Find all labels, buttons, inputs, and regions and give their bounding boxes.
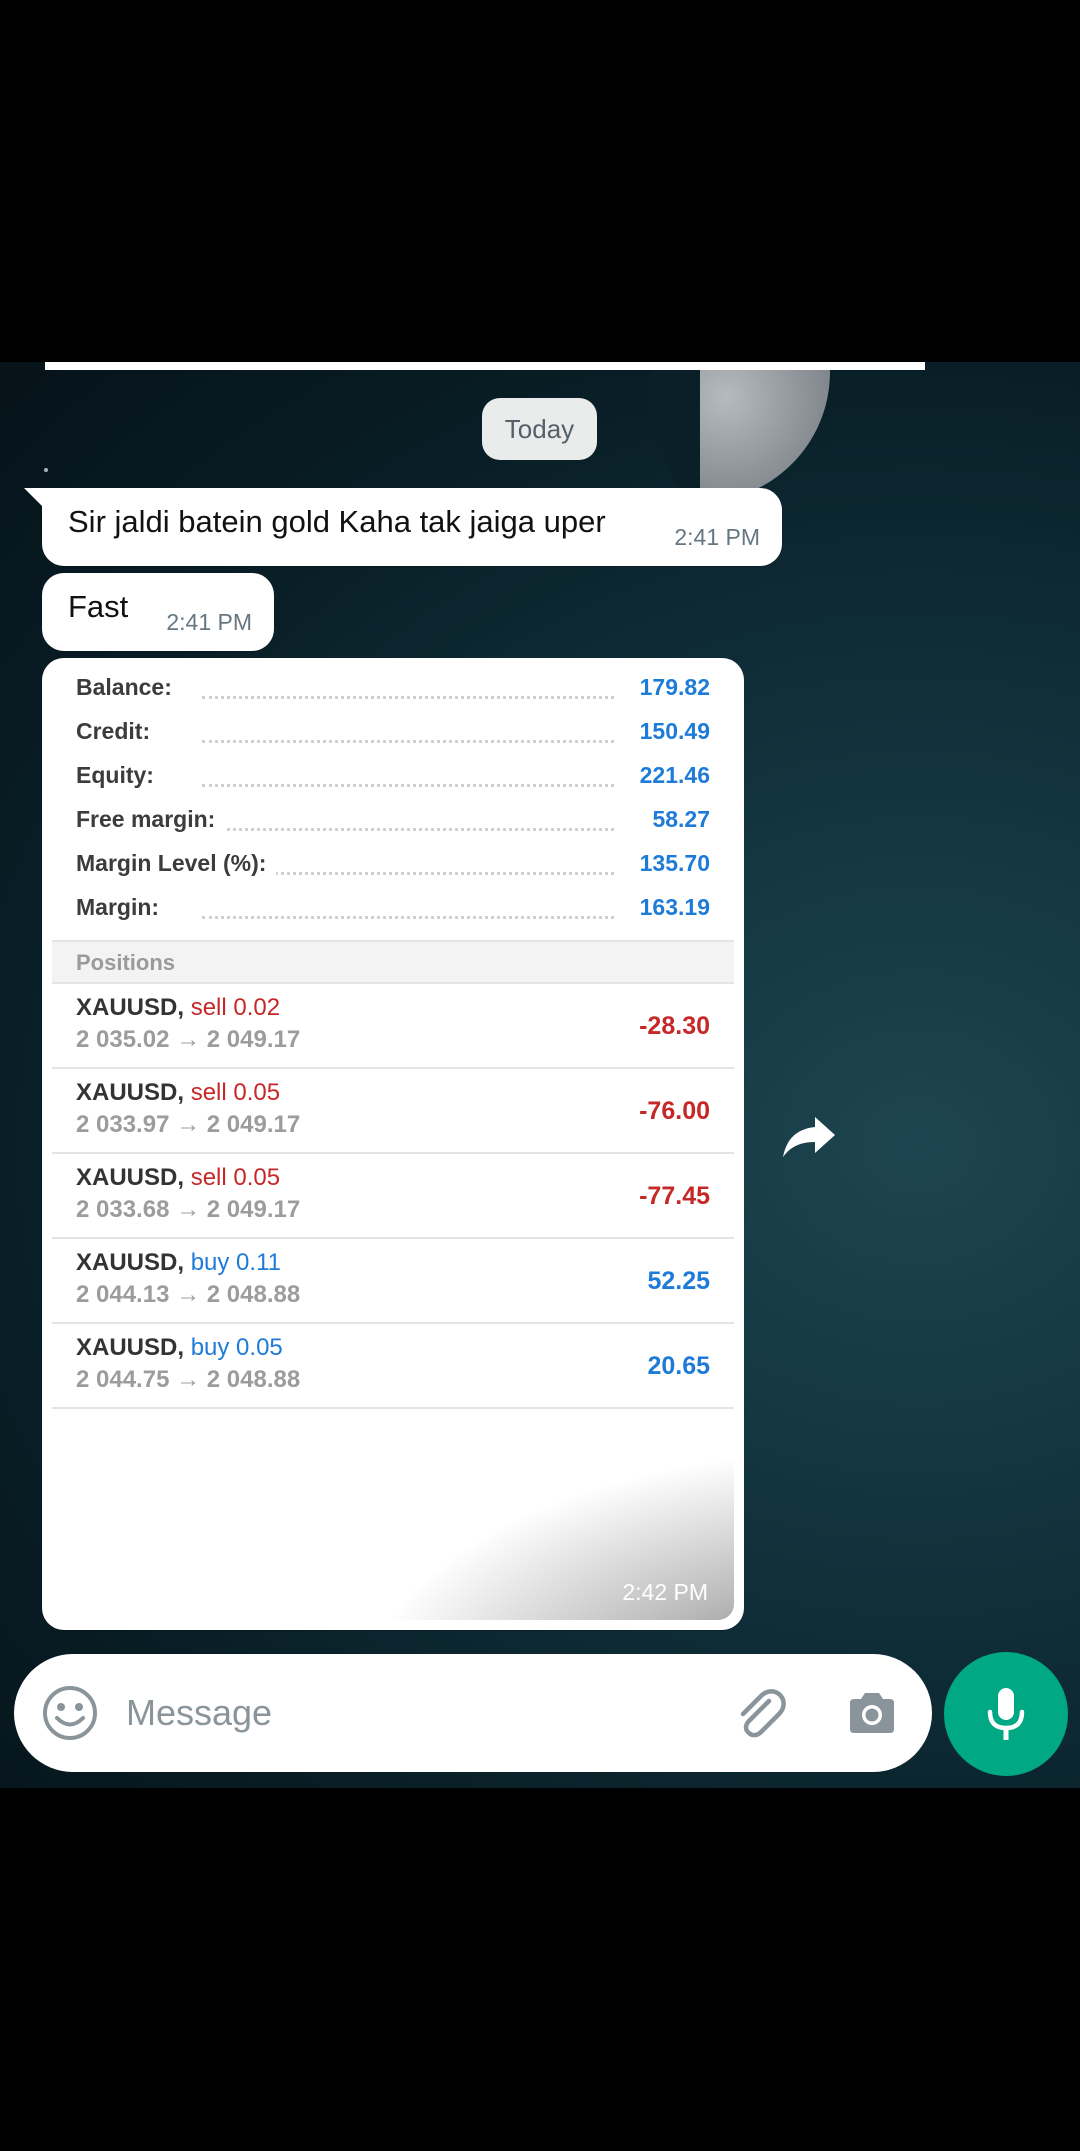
position-symbol: XAUUSD, <box>76 1334 185 1361</box>
message-time: 2:41 PM <box>166 609 252 635</box>
account-label: Margin: <box>76 894 170 921</box>
forward-icon <box>783 1117 835 1157</box>
trading-screenshot-image[interactable]: Balance: 179.82 Credit: 150.49 Equity: 2… <box>52 668 734 1620</box>
account-value: 163.19 <box>629 894 710 921</box>
message-composer <box>14 1654 932 1772</box>
date-chip-label: Today <box>504 413 575 444</box>
emoji-button[interactable] <box>42 1685 98 1741</box>
position-prices: 2 044.13 → 2 048.88 <box>76 1281 301 1308</box>
account-label: Margin Level (%): <box>76 850 277 877</box>
position-title: XAUUSD, sell 0.02 <box>76 994 280 1022</box>
position-profit: -28.30 <box>639 1012 710 1040</box>
wallpaper-moon <box>700 362 830 502</box>
dotted-leader <box>202 740 614 743</box>
account-row-credit: Credit: 150.49 <box>52 712 734 756</box>
position-row: XAUUSD, sell 0.02 2 035.02 → 2 049.17 -2… <box>52 984 734 1069</box>
forward-button[interactable] <box>778 1106 840 1168</box>
position-direction: sell 0.05 <box>190 1164 281 1191</box>
message-time: 2:41 PM <box>674 524 760 550</box>
attach-button[interactable] <box>729 1683 789 1743</box>
position-symbol: XAUUSD, <box>76 1249 185 1276</box>
dotted-leader <box>202 916 614 919</box>
account-row-margin-level: Margin Level (%): 135.70 <box>52 844 734 888</box>
position-row: XAUUSD, buy 0.05 2 044.75 → 2 048.88 20.… <box>52 1324 734 1409</box>
position-profit: 20.65 <box>647 1352 710 1380</box>
chat-area[interactable]: Today Sir jaldi batein gold Kaha tak jai… <box>0 362 1080 1788</box>
position-direction: buy 0.05 <box>190 1334 283 1361</box>
position-profit: 52.25 <box>647 1267 710 1295</box>
message-text: Sir jaldi batein gold Kaha tak jaiga upe… <box>68 504 606 539</box>
emoji-icon <box>43 1686 97 1740</box>
account-row-free-margin: Free margin: 58.27 <box>52 800 734 844</box>
message-time: 2:42 PM <box>622 1579 708 1605</box>
position-prices: 2 035.02 → 2 049.17 <box>76 1026 301 1053</box>
message-text: Fast <box>68 589 129 624</box>
dotted-leader <box>202 828 614 831</box>
position-symbol: XAUUSD, <box>76 1164 185 1191</box>
mic-icon <box>987 1688 1025 1740</box>
message-bubble[interactable]: Fast 2:41 PM <box>42 573 274 651</box>
account-value: 58.27 <box>642 806 710 833</box>
account-value: 150.49 <box>629 718 710 745</box>
account-row-balance: Balance: 179.82 <box>52 668 734 712</box>
position-direction: sell 0.05 <box>190 1079 281 1106</box>
bubble-tail <box>24 488 46 510</box>
position-row: XAUUSD, sell 0.05 2 033.97 → 2 049.17 -7… <box>52 1069 734 1154</box>
account-value: 221.46 <box>629 762 710 789</box>
account-row-equity: Equity: 221.46 <box>52 756 734 800</box>
account-value: 135.70 <box>629 850 710 877</box>
position-title: XAUUSD, buy 0.05 <box>76 1334 283 1362</box>
account-label: Balance: <box>76 674 182 701</box>
message-input[interactable] <box>126 1684 706 1742</box>
image-message-bubble[interactable]: Balance: 179.82 Credit: 150.49 Equity: 2… <box>42 658 744 1630</box>
camera-icon <box>850 1693 894 1733</box>
position-symbol: XAUUSD, <box>76 994 185 1021</box>
account-label: Equity: <box>76 762 164 789</box>
message-bubble[interactable]: Sir jaldi batein gold Kaha tak jaiga upe… <box>24 488 782 566</box>
position-prices: 2 033.68 → 2 049.17 <box>76 1196 301 1223</box>
position-title: XAUUSD, sell 0.05 <box>76 1164 280 1192</box>
account-row-margin: Margin: 163.19 <box>52 888 734 932</box>
position-title: XAUUSD, sell 0.05 <box>76 1079 280 1107</box>
position-profit: -77.45 <box>639 1182 710 1210</box>
position-row: XAUUSD, buy 0.11 2 044.13 → 2 048.88 52.… <box>52 1239 734 1324</box>
position-title: XAUUSD, buy 0.11 <box>76 1249 281 1277</box>
voice-record-button[interactable] <box>944 1652 1068 1776</box>
dotted-leader <box>202 696 614 699</box>
position-direction: buy 0.11 <box>190 1249 281 1276</box>
camera-button[interactable] <box>844 1685 900 1741</box>
paperclip-icon <box>740 1689 786 1738</box>
position-prices: 2 044.75 → 2 048.88 <box>76 1366 301 1393</box>
positions-header: Positions <box>52 940 734 984</box>
dotted-leader <box>202 784 614 787</box>
account-label: Free margin: <box>76 806 226 833</box>
position-direction: sell 0.02 <box>190 994 281 1021</box>
position-prices: 2 033.97 → 2 049.17 <box>76 1111 301 1138</box>
position-row: XAUUSD, sell 0.05 2 033.68 → 2 049.17 -7… <box>52 1154 734 1239</box>
position-symbol: XAUUSD, <box>76 1079 185 1106</box>
account-label: Credit: <box>76 718 161 745</box>
position-profit: -76.00 <box>639 1097 710 1125</box>
account-value: 179.82 <box>629 674 710 701</box>
wallpaper-star <box>44 468 48 472</box>
date-chip: Today <box>482 398 597 460</box>
